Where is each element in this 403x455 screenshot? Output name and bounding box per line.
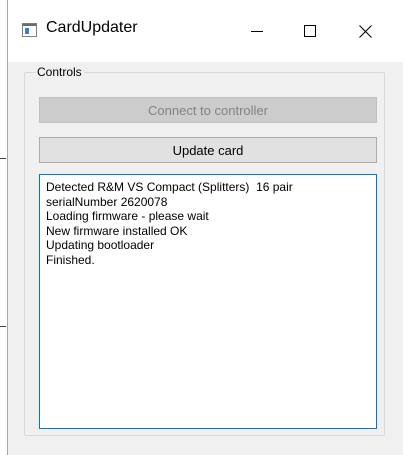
edge-marker xyxy=(0,326,6,327)
log-line: serialNumber 2620078 xyxy=(46,194,168,209)
log-output-textarea[interactable]: Detected R&M VS Compact (Splitters) 16 p… xyxy=(39,174,377,429)
cardupdater-window: CardUpdater Controls Connect to controll… xyxy=(7,0,403,455)
minimize-button[interactable] xyxy=(234,8,280,54)
maximize-button[interactable] xyxy=(287,8,333,54)
minimize-icon xyxy=(251,31,263,32)
edge-marker xyxy=(0,158,6,159)
window-title: CardUpdater xyxy=(46,19,138,36)
connect-to-controller-button[interactable]: Connect to controller xyxy=(39,97,377,123)
log-line: Loading firmware - please wait xyxy=(46,209,209,223)
title-bar[interactable]: CardUpdater xyxy=(8,0,403,62)
close-button[interactable] xyxy=(342,8,388,54)
update-card-button[interactable]: Update card xyxy=(39,137,377,163)
log-line: New firmware installed OK xyxy=(46,223,188,238)
controls-group-title: Controls xyxy=(35,65,84,79)
log-line: Updating bootloader xyxy=(46,238,155,252)
log-line: Detected R&M VS Compact (Splitters) 16 p… xyxy=(46,180,293,194)
log-line: Finished. xyxy=(46,252,95,267)
app-window-icon xyxy=(22,23,37,37)
maximize-icon xyxy=(304,25,316,37)
close-icon xyxy=(358,24,372,38)
